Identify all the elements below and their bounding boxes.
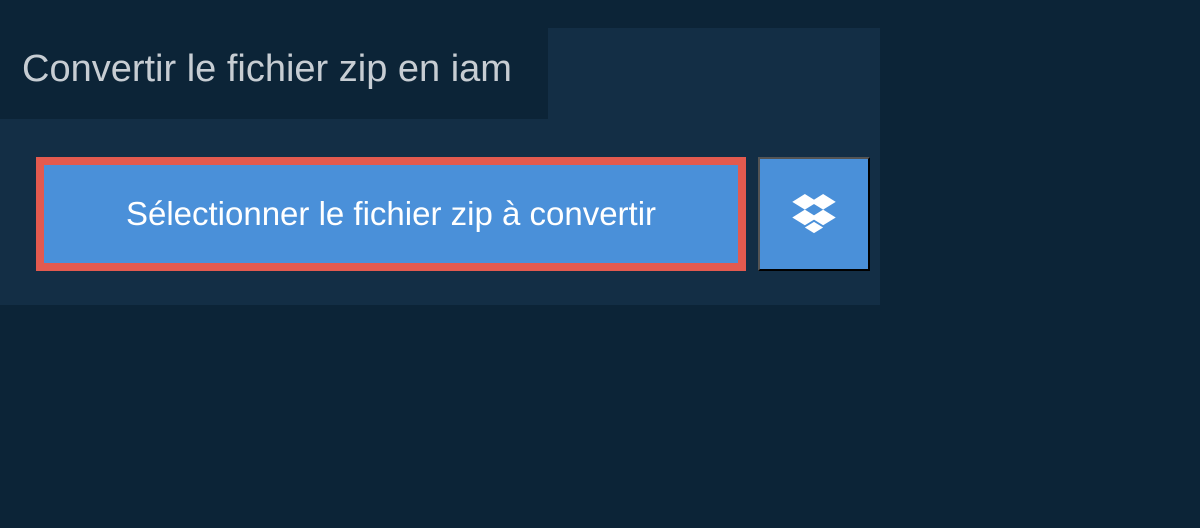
select-file-button[interactable]: Sélectionner le fichier zip à convertir: [36, 157, 746, 271]
converter-panel: Convertir le fichier zip en iam Sélectio…: [0, 28, 880, 305]
page-title: Convertir le fichier zip en iam: [22, 48, 512, 91]
dropbox-icon: [792, 194, 836, 234]
dropbox-button[interactable]: [758, 157, 870, 271]
header-tab: Convertir le fichier zip en iam: [0, 28, 548, 119]
button-row: Sélectionner le fichier zip à convertir: [36, 157, 880, 271]
